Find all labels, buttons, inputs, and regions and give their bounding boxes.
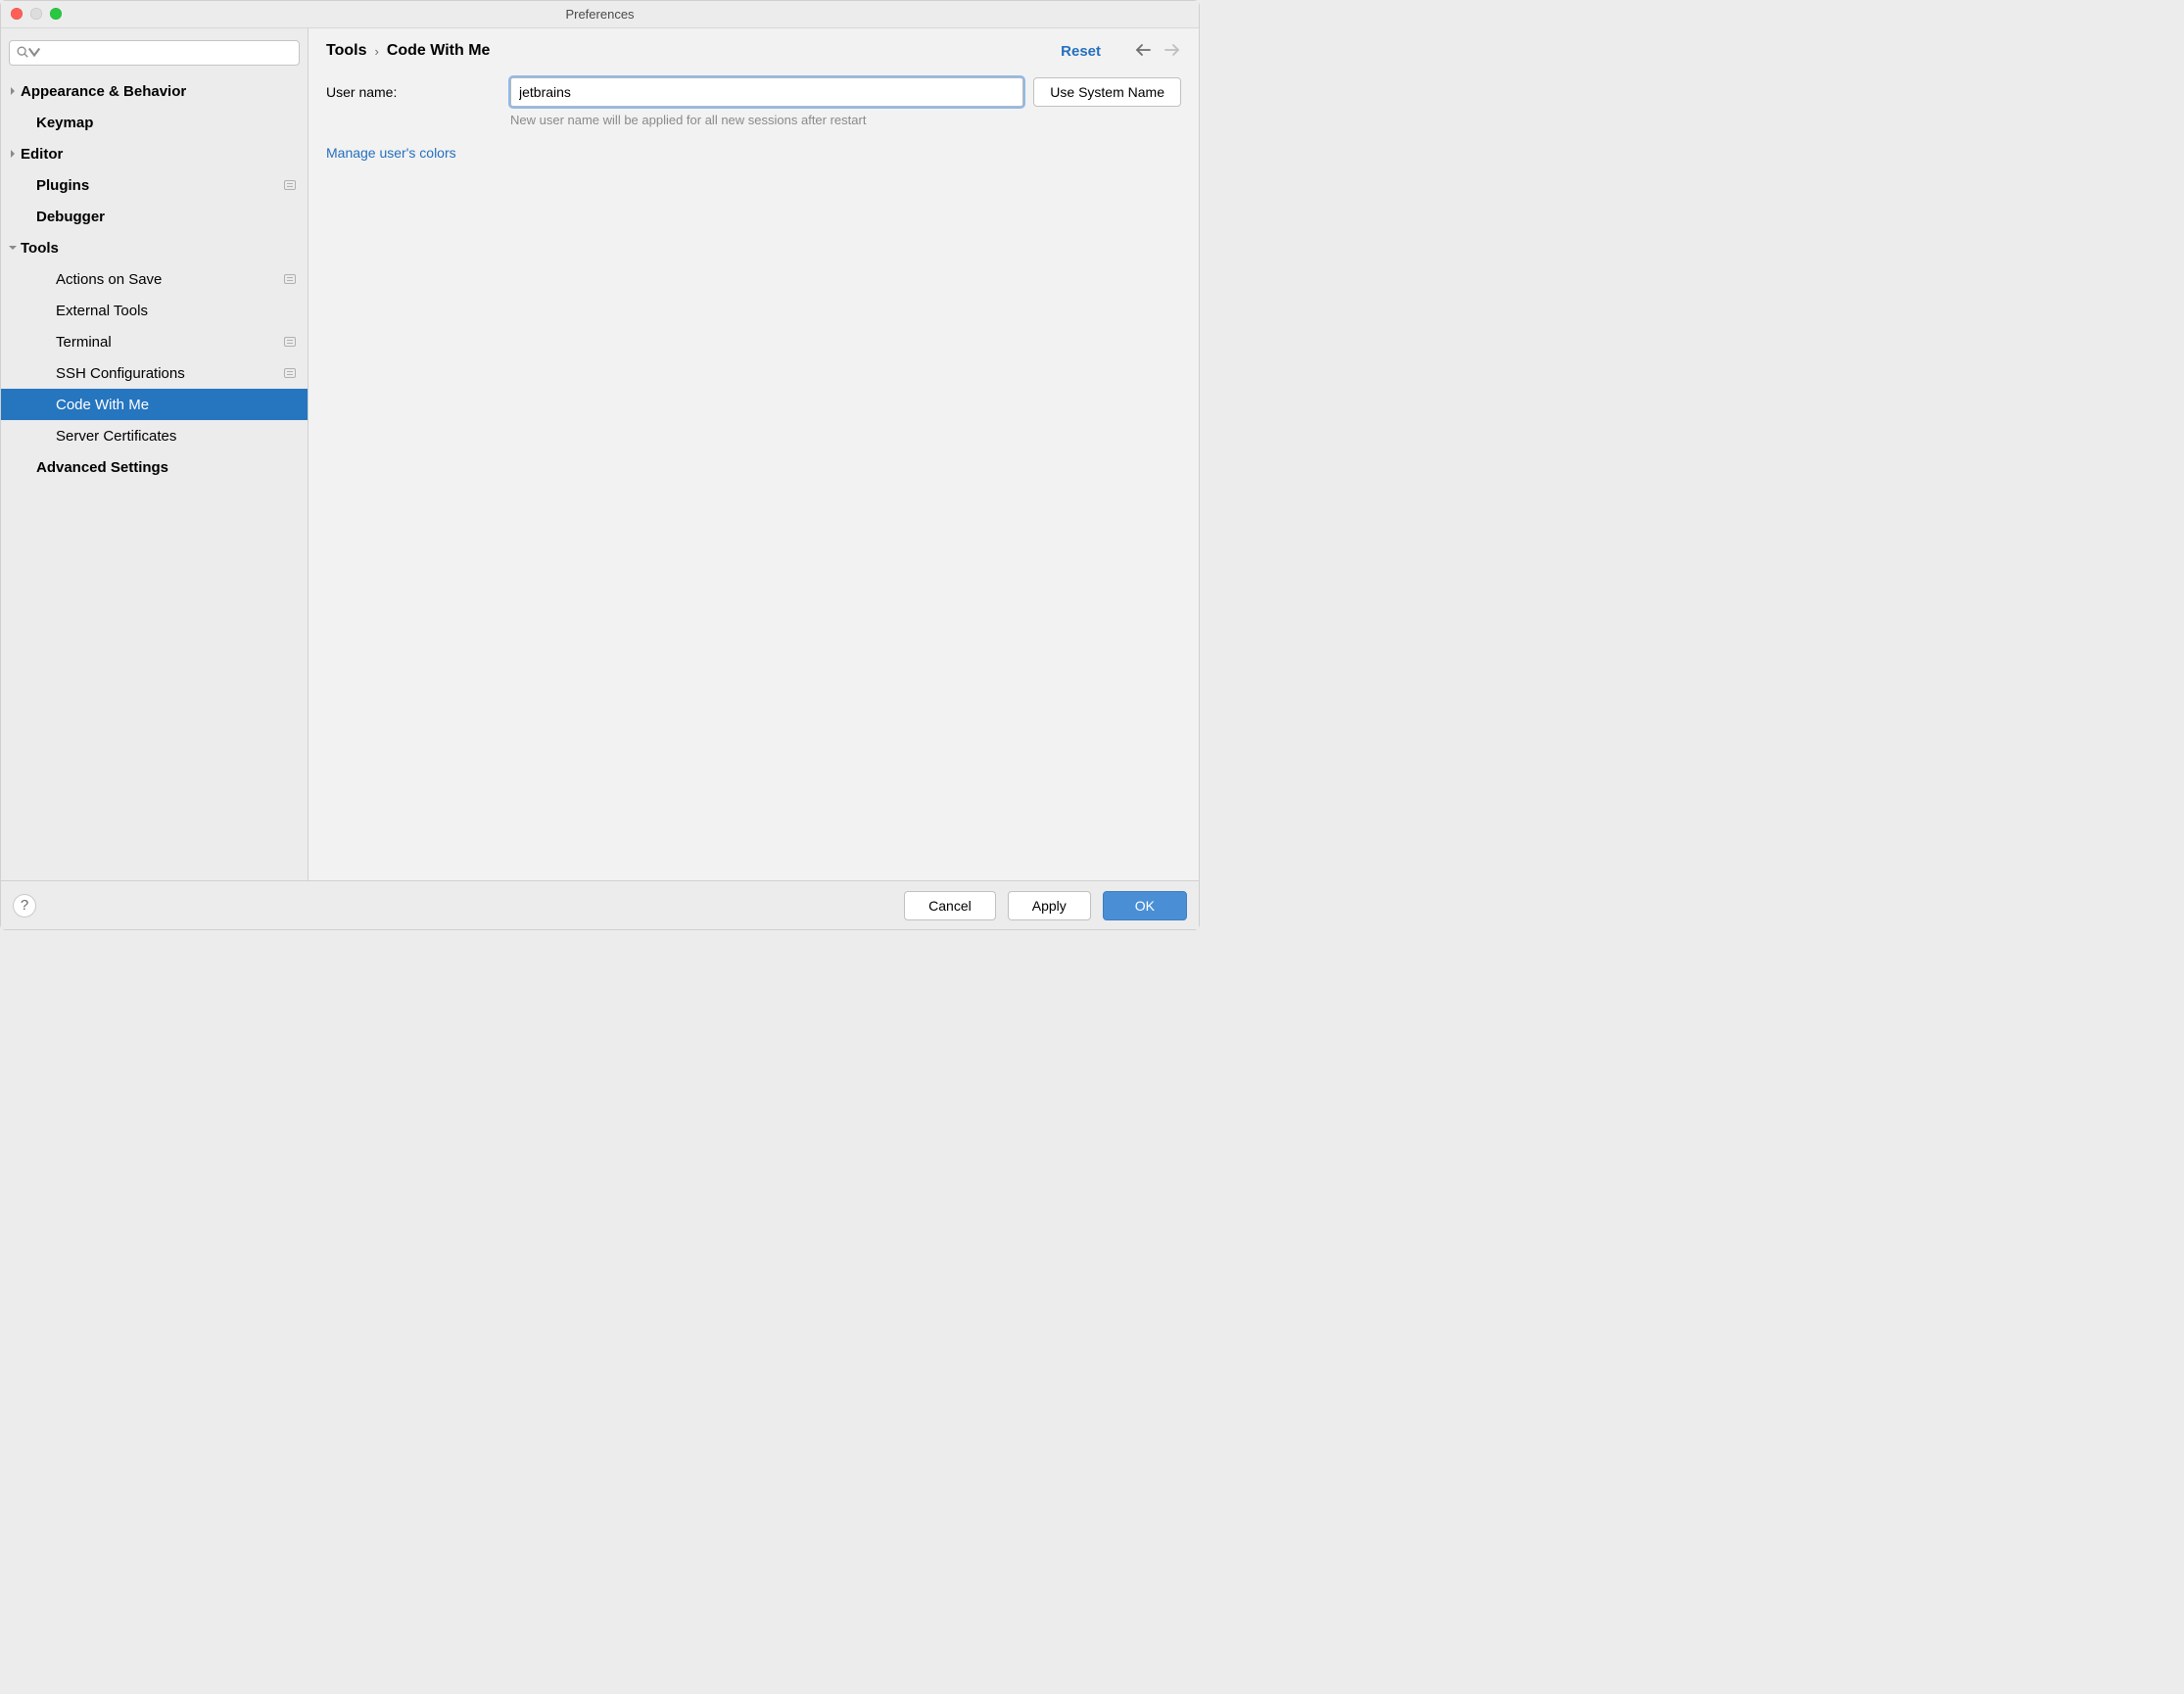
breadcrumb-parent: Tools [326, 42, 366, 60]
sidebar-item-keymap[interactable]: Keymap [1, 107, 308, 138]
sidebar-item-label: Advanced Settings [36, 459, 296, 476]
cancel-button[interactable]: Cancel [904, 891, 996, 920]
sidebar-item-label: Keymap [36, 115, 296, 131]
sidebar-item-terminal[interactable]: Terminal [1, 326, 308, 357]
breadcrumb-child: Code With Me [387, 42, 491, 60]
sidebar-item-label: Appearance & Behavior [21, 83, 296, 100]
sidebar-item-label: Debugger [36, 209, 296, 225]
project-level-badge-icon [284, 337, 296, 347]
sidebar-item-label: Editor [21, 146, 296, 163]
ok-button[interactable]: OK [1103, 891, 1187, 920]
sidebar-item-label: Tools [21, 240, 296, 257]
bottombar: ? Cancel Apply OK [1, 880, 1199, 929]
traffic-lights [11, 8, 62, 20]
search-field[interactable] [9, 40, 300, 66]
breadcrumb-separator-icon: › [374, 44, 378, 59]
window-minimize-button [30, 8, 42, 20]
username-hint-row: New user name will be applied for all ne… [326, 113, 1181, 127]
sidebar-item-appearance-behavior[interactable]: Appearance & Behavior [1, 75, 308, 107]
chevron-right-icon [5, 87, 21, 95]
sidebar-item-label: Plugins [36, 177, 284, 194]
username-label: User name: [326, 84, 510, 100]
chevron-right-icon [5, 150, 21, 158]
titlebar: Preferences [1, 1, 1199, 28]
username-input[interactable] [510, 77, 1023, 107]
sidebar-item-editor[interactable]: Editor [1, 138, 308, 169]
back-icon[interactable] [1134, 43, 1152, 60]
apply-button[interactable]: Apply [1008, 891, 1091, 920]
sidebar-item-tools[interactable]: Tools [1, 232, 308, 263]
chevron-down-icon [5, 244, 21, 252]
window-close-button[interactable] [11, 8, 23, 20]
sidebar-item-label: Terminal [56, 334, 284, 351]
sidebar-item-debugger[interactable]: Debugger [1, 201, 308, 232]
window-title: Preferences [565, 7, 634, 22]
breadcrumb: Tools › Code With Me [326, 42, 490, 60]
window-zoom-button[interactable] [50, 8, 62, 20]
sidebar-item-actions-on-save[interactable]: Actions on Save [1, 263, 308, 295]
use-system-name-button[interactable]: Use System Name [1033, 77, 1181, 107]
sidebar-item-external-tools[interactable]: External Tools [1, 295, 308, 326]
content-area: Appearance & Behavior Keymap Editor Plugins… [1, 28, 1199, 880]
username-row: User name: Use System Name [326, 77, 1181, 107]
username-hint: New user name will be applied for all ne… [510, 113, 866, 127]
sidebar-item-label: Code With Me [56, 397, 296, 413]
sidebar-item-server-certificates[interactable]: Server Certificates [1, 420, 308, 451]
sidebar-item-code-with-me[interactable]: Code With Me [1, 389, 308, 420]
sidebar-item-label: SSH Configurations [56, 365, 284, 382]
manage-colors-link[interactable]: Manage user's colors [326, 145, 456, 161]
sidebar-item-label: Server Certificates [56, 428, 296, 445]
sidebar-item-ssh-configurations[interactable]: SSH Configurations [1, 357, 308, 389]
form-area: User name: Use System Name New user name… [309, 71, 1199, 166]
main-header: Tools › Code With Me Reset [309, 28, 1199, 71]
project-level-badge-icon [284, 274, 296, 284]
help-icon: ? [21, 897, 28, 914]
sidebar-item-plugins[interactable]: Plugins [1, 169, 308, 201]
project-level-badge-icon [284, 368, 296, 378]
sidebar-item-advanced-settings[interactable]: Advanced Settings [1, 451, 308, 483]
nav-arrows [1134, 43, 1181, 60]
project-level-badge-icon [284, 180, 296, 190]
dropdown-caret-icon [27, 45, 41, 62]
help-button[interactable]: ? [13, 894, 36, 918]
sidebar-item-label: External Tools [56, 303, 296, 319]
sidebar-item-label: Actions on Save [56, 271, 284, 288]
sidebar: Appearance & Behavior Keymap Editor Plugins… [1, 28, 309, 880]
main-panel: Tools › Code With Me Reset [309, 28, 1199, 880]
forward-icon [1163, 43, 1181, 60]
settings-tree: Appearance & Behavior Keymap Editor Plugins… [1, 75, 308, 880]
search-input[interactable] [41, 41, 299, 65]
reset-button[interactable]: Reset [1061, 43, 1101, 60]
